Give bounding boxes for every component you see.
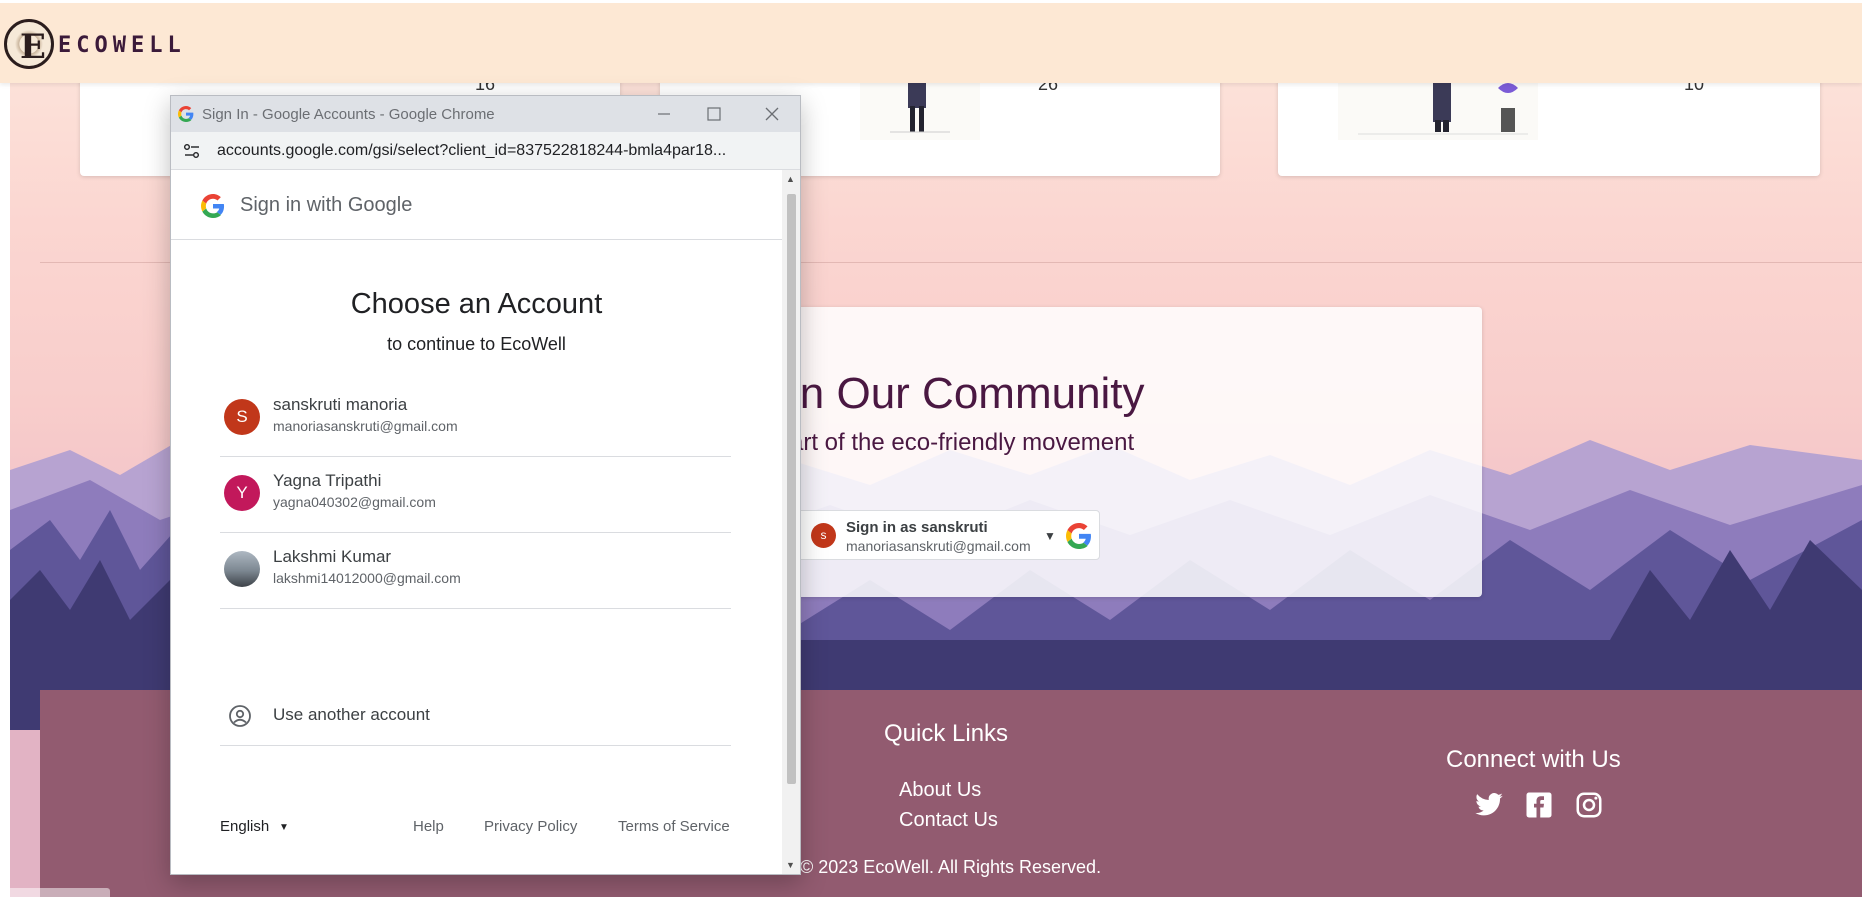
address-bar[interactable]: accounts.google.com/gsi/select?client_id… xyxy=(171,132,800,170)
instagram-icon[interactable] xyxy=(1574,790,1604,820)
connect-heading: Connect with Us xyxy=(1446,746,1621,773)
avatar: S xyxy=(224,399,260,435)
account-name: Lakshmi Kumar xyxy=(273,547,392,566)
account-email: yagna040302@gmail.com xyxy=(273,494,436,510)
google-logo-icon xyxy=(178,106,194,122)
account-email: manoriasanskruti@gmail.com xyxy=(273,418,458,434)
quick-links-heading: Quick Links xyxy=(884,720,1009,747)
account-avatar: s xyxy=(811,523,836,548)
choose-account-title: Choose an Account xyxy=(350,288,603,320)
left-edge xyxy=(0,0,10,897)
site-header: E ECOWELL xyxy=(0,0,1862,83)
google-logo-icon xyxy=(1066,523,1091,549)
minimize-icon[interactable] xyxy=(641,100,687,128)
maximize-icon[interactable] xyxy=(691,100,737,128)
corner-tag xyxy=(0,888,110,897)
avatar-photo xyxy=(224,551,260,587)
scroll-up-icon[interactable]: ▲ xyxy=(786,174,795,184)
use-another-account-label: Use another account xyxy=(273,705,430,724)
account-name: sanskruti manoria xyxy=(273,395,408,414)
facebook-icon[interactable] xyxy=(1524,790,1554,820)
help-link[interactable]: Help xyxy=(413,818,444,835)
gsi-header: Sign in with Google xyxy=(171,170,782,240)
window-titlebar[interactable]: Sign In - Google Accounts - Google Chrom… xyxy=(171,96,800,132)
logo-text[interactable]: ECOWELL xyxy=(58,33,186,58)
gsi-header-text: Sign in with Google xyxy=(240,194,413,216)
avatar: Y xyxy=(224,475,260,511)
ecowell-logo[interactable]: E xyxy=(4,19,54,69)
choose-account-subtitle: to continue to EcoWell xyxy=(387,334,566,354)
footer-link-contact[interactable]: Contact Us xyxy=(899,809,998,832)
account-name: Yagna Tripathi xyxy=(273,471,382,490)
copyright-text: © 2023 EcoWell. All Rights Reserved. xyxy=(800,857,1102,877)
scroll-down-icon[interactable]: ▼ xyxy=(786,860,795,870)
close-icon[interactable] xyxy=(749,100,795,128)
community-title: in Our Community xyxy=(790,369,1145,418)
community-subtitle: art of the eco-friendly movement xyxy=(790,429,1135,456)
language-select[interactable]: English xyxy=(220,818,269,835)
window-title: Sign In - Google Accounts - Google Chrom… xyxy=(202,106,495,123)
caret-down-icon[interactable]: ▼ xyxy=(279,822,289,833)
account-row-sanskruti[interactable]: S sanskruti manoria manoriasanskruti@gma… xyxy=(220,381,731,457)
account-row-lakshmi[interactable]: Lakshmi Kumar lakshmi14012000@gmail.com xyxy=(220,533,731,609)
google-logo-icon xyxy=(201,194,225,218)
community-card: in Our Community art of the eco-friendly… xyxy=(790,307,1482,597)
twitter-icon[interactable] xyxy=(1474,790,1504,820)
chevron-down-icon[interactable]: ▼ xyxy=(1044,529,1056,543)
google-signin-popup: Sign In - Google Accounts - Google Chrom… xyxy=(170,95,801,875)
logo-letter: E xyxy=(20,27,46,67)
site-settings-icon[interactable] xyxy=(183,143,201,159)
scroll-thumb[interactable] xyxy=(787,194,796,784)
terms-of-service-link[interactable]: Terms of Service xyxy=(618,818,730,835)
privacy-policy-link[interactable]: Privacy Policy xyxy=(484,818,577,835)
gsi-button-name: Sign in as sanskruti xyxy=(846,519,988,536)
account-row-yagna[interactable]: Y Yagna Tripathi yagna040302@gmail.com xyxy=(220,457,731,533)
url-text[interactable]: accounts.google.com/gsi/select?client_id… xyxy=(217,142,726,160)
use-another-account-button[interactable]: Use another account xyxy=(220,686,731,746)
account-circle-icon xyxy=(229,705,251,727)
gsi-button-email: manoriasanskruti@gmail.com xyxy=(846,538,1031,554)
google-sign-in-button[interactable]: s Sign in as sanskruti manoriasanskruti@… xyxy=(790,510,1100,560)
popup-content: Sign in with Google Choose an Account to… xyxy=(171,170,782,874)
footer-link-about[interactable]: About Us xyxy=(899,779,981,802)
scrollbar[interactable]: ▲ ▼ xyxy=(782,170,800,874)
account-email: lakshmi14012000@gmail.com xyxy=(273,570,461,586)
